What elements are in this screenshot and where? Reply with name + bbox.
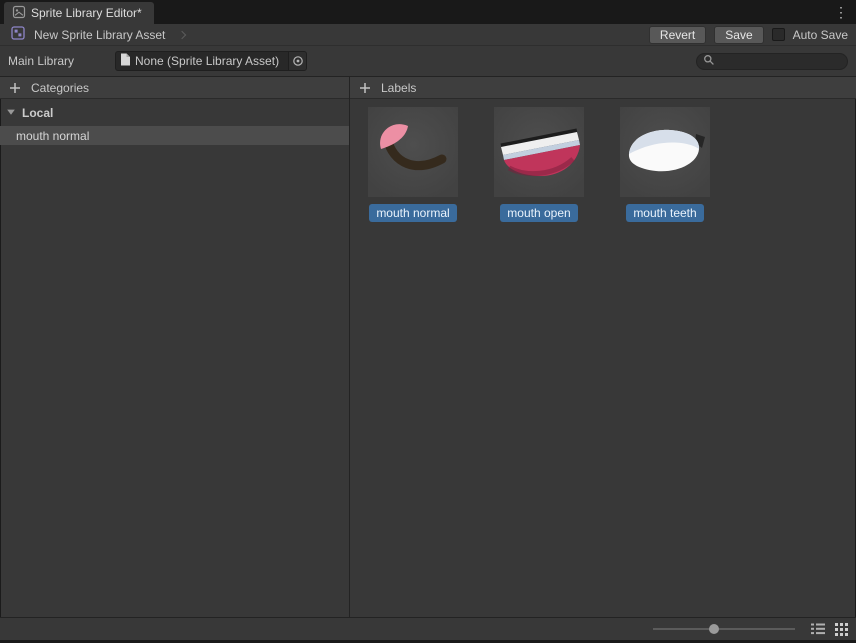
label-pill: mouth teeth (626, 204, 703, 222)
zoom-slider-knob[interactable] (709, 624, 719, 634)
window-icon (12, 5, 26, 22)
labels-pane: Labels mouth normal (350, 77, 856, 617)
auto-save-checkbox[interactable] (772, 28, 785, 41)
footer-bar (0, 617, 856, 643)
main-library-row: Main Library None (Sprite Library Asset) (0, 46, 856, 76)
add-label-button[interactable] (358, 81, 372, 95)
label-item-mouth-normal[interactable]: mouth normal (368, 107, 458, 222)
sprite-mouth-teeth-image (620, 107, 710, 197)
category-row-mouth-normal[interactable]: mouth normal (0, 126, 349, 145)
grid-view-icon[interactable] (835, 623, 848, 636)
toolbar-actions: Revert Save Auto Save (649, 26, 856, 44)
search-field[interactable] (696, 53, 848, 70)
labels-grid-area: mouth normal mouth open (350, 99, 856, 617)
label-item-mouth-open[interactable]: mouth open (494, 107, 584, 222)
save-button[interactable]: Save (714, 26, 763, 44)
breadcrumb[interactable]: New Sprite Library Asset (0, 25, 185, 44)
revert-button[interactable]: Revert (649, 26, 706, 44)
list-view-icon[interactable] (811, 623, 825, 635)
thumbnail-zoom-slider[interactable] (653, 623, 795, 635)
toolbar: New Sprite Library Asset Revert Save Aut… (0, 24, 856, 46)
kebab-menu-icon[interactable]: ⋮ (826, 1, 856, 23)
sprite-mouth-normal-image (368, 107, 458, 197)
main-library-object-field[interactable]: None (Sprite Library Asset) (115, 51, 307, 71)
label-item-mouth-teeth[interactable]: mouth teeth (620, 107, 710, 222)
sprite-mouth-open-image (494, 107, 584, 197)
local-foldout[interactable]: Local (0, 104, 349, 122)
auto-save-label: Auto Save (793, 28, 848, 42)
categories-pane: Categories Local mouth normal (0, 77, 350, 617)
categories-list: Local mouth normal (0, 99, 349, 617)
labels-header: Labels (350, 77, 856, 99)
breadcrumb-chevron-icon (178, 30, 186, 38)
tab-bar: Sprite Library Editor* ⋮ (0, 0, 856, 24)
labels-grid: mouth normal mouth open (350, 99, 856, 222)
labels-header-label: Labels (381, 81, 416, 95)
editor-panes: Categories Local mouth normal (0, 76, 856, 617)
main-library-label: Main Library (8, 54, 115, 68)
document-icon (120, 53, 131, 69)
categories-header: Categories (0, 77, 349, 99)
sprite-library-asset-icon (10, 25, 26, 44)
breadcrumb-label: New Sprite Library Asset (34, 28, 165, 42)
tab-title: Sprite Library Editor* (31, 6, 142, 20)
search-icon (703, 54, 715, 69)
categories-header-label: Categories (31, 81, 89, 95)
object-field-value: None (Sprite Library Asset) (131, 54, 288, 68)
zoom-slider-track[interactable] (653, 628, 795, 630)
local-foldout-label: Local (22, 106, 53, 120)
object-picker-icon[interactable] (288, 52, 306, 70)
add-category-button[interactable] (8, 81, 22, 95)
foldout-triangle-icon (6, 106, 16, 120)
label-pill: mouth normal (369, 204, 456, 222)
search-input[interactable] (719, 54, 841, 68)
sprite-library-editor-window: Sprite Library Editor* ⋮ New Sprite Libr… (0, 0, 856, 643)
category-label: mouth normal (16, 129, 89, 143)
label-pill: mouth open (500, 204, 577, 222)
tab-sprite-library-editor[interactable]: Sprite Library Editor* (4, 2, 154, 24)
